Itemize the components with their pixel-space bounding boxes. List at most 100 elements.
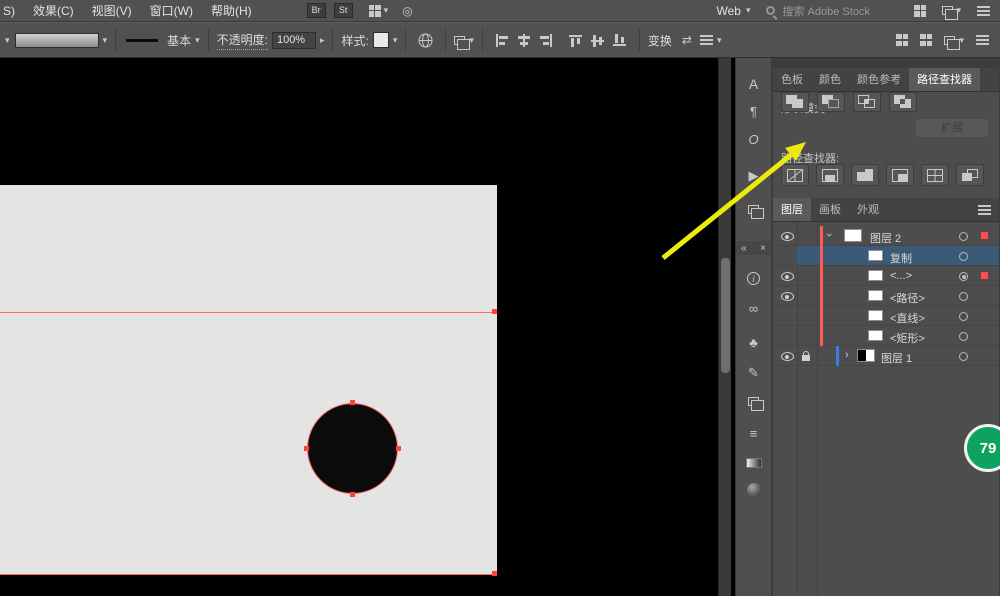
selected-circle-path[interactable] — [307, 403, 398, 494]
target-circle[interactable] — [959, 332, 968, 341]
selection-proxy[interactable] — [981, 272, 988, 279]
tab-appearance[interactable]: 外观 — [849, 198, 887, 221]
apps-grid-icon[interactable] — [914, 5, 926, 17]
tab-artboards[interactable]: 画板 — [811, 198, 849, 221]
target-circle-active[interactable] — [959, 272, 968, 281]
layer-row-layer1[interactable]: › 图层 1 — [773, 346, 999, 366]
visibility-eye-icon[interactable] — [781, 272, 794, 281]
minus-front-button[interactable] — [817, 92, 845, 112]
intersect-button[interactable] — [853, 92, 881, 112]
panel-grid-icon[interactable] — [920, 34, 932, 46]
tab-color[interactable]: 颜色 — [811, 68, 849, 91]
layer-row-path[interactable]: <路径> — [773, 286, 999, 306]
layer-thumbnail[interactable] — [868, 310, 883, 321]
outline-button[interactable] — [921, 164, 949, 186]
opentype-panel-icon[interactable]: O — [736, 132, 771, 148]
chevron-right-icon[interactable]: ▸ — [320, 35, 325, 46]
layout-switcher[interactable]: ▾ — [369, 5, 389, 17]
trim-button[interactable] — [816, 164, 844, 186]
anchor-point[interactable] — [350, 400, 355, 405]
arrange-docs-button[interactable]: ▾ — [944, 35, 964, 46]
controlbar-menu-icon[interactable] — [976, 35, 989, 45]
bridge-button[interactable]: Br — [307, 3, 326, 18]
workspace-switcher[interactable]: Web ▾ — [716, 4, 750, 18]
layer-row-rect[interactable]: <矩形> — [773, 326, 999, 346]
paragraph-panel-icon[interactable]: ¶ — [736, 104, 771, 120]
layer-name[interactable]: <路径> — [890, 290, 925, 306]
layer-thumbnail[interactable] — [857, 349, 875, 362]
visibility-eye-icon[interactable] — [781, 292, 794, 301]
anchor-point[interactable] — [492, 309, 497, 314]
graphic-styles-panel-icon[interactable] — [736, 394, 771, 410]
layer-row-line[interactable]: <直线> — [773, 306, 999, 326]
menu-icon[interactable] — [977, 6, 990, 16]
artboard[interactable] — [0, 185, 497, 575]
brush-selector[interactable]: 基本 ▾ — [124, 32, 200, 49]
target-circle[interactable] — [959, 232, 968, 241]
shuffle-icon[interactable]: ⇄ — [682, 33, 692, 47]
align-middle-icon[interactable] — [591, 34, 605, 47]
visibility-eye-icon[interactable] — [781, 232, 794, 241]
layer-name[interactable]: <...> — [890, 270, 912, 282]
visibility-eye-icon[interactable] — [781, 352, 794, 361]
anchor-point[interactable] — [492, 571, 497, 576]
minus-back-button[interactable] — [956, 164, 984, 186]
selected-rect-bottom-edge[interactable] — [0, 574, 497, 575]
stock-search[interactable]: 搜索 Adobe Stock — [766, 3, 914, 19]
brushes-panel-icon[interactable]: ✎ — [736, 365, 771, 381]
menu-effect[interactable]: 效果(C) — [24, 2, 83, 19]
anchor-point[interactable] — [304, 446, 309, 451]
target-circle[interactable] — [959, 252, 968, 261]
symbols-panel-icon[interactable]: ♣ — [736, 335, 771, 351]
layer-row-copy[interactable]: 复制 — [773, 246, 999, 266]
touch-workspace-icon[interactable]: ◎ — [402, 4, 412, 18]
layer-name[interactable]: <矩形> — [890, 330, 925, 346]
layer-name[interactable]: 图层 1 — [881, 350, 912, 366]
gradient-panel-icon[interactable] — [736, 456, 771, 472]
selected-line-path[interactable] — [0, 312, 497, 313]
tab-pathfinder[interactable]: 路径查找器 — [909, 68, 980, 91]
menu-help[interactable]: 帮助(H) — [202, 2, 261, 19]
layer-thumbnail[interactable] — [868, 270, 883, 281]
opacity-input[interactable]: 100% — [272, 32, 316, 49]
stroke-panel-icon[interactable]: ≡ — [736, 426, 771, 442]
merge-button[interactable] — [851, 164, 879, 186]
menu-view[interactable]: 视图(V) — [83, 2, 141, 19]
workspace-grid-icon[interactable] — [896, 34, 908, 46]
isolate-button[interactable]: ▾ — [700, 35, 722, 46]
divide-button[interactable] — [781, 164, 809, 186]
tab-layers[interactable]: 图层 — [773, 198, 811, 221]
align-right-icon[interactable] — [539, 34, 553, 47]
appearance-panel-icon[interactable] — [736, 483, 771, 501]
selection-proxy[interactable] — [981, 232, 988, 239]
layer-row-layer2[interactable]: › 图层 2 — [773, 226, 999, 246]
artboards-panel-icon[interactable] — [736, 202, 771, 218]
tab-swatches[interactable]: 色板 — [773, 68, 811, 91]
layer-thumbnail[interactable] — [868, 330, 883, 341]
menu-select[interactable]: S) — [0, 4, 24, 18]
anchor-point[interactable] — [350, 492, 355, 497]
style-swatch[interactable] — [373, 32, 389, 48]
layer-row-group[interactable]: <...> — [773, 266, 999, 286]
layer-thumbnail[interactable] — [868, 250, 883, 261]
canvas[interactable] — [0, 58, 735, 596]
exclude-button[interactable] — [889, 92, 917, 112]
layer-name[interactable]: 图层 2 — [870, 230, 901, 246]
arrange-documents-button[interactable]: ▾ — [942, 5, 961, 16]
layer-name[interactable]: 复制 — [890, 250, 912, 266]
transform-label[interactable]: 变换 — [648, 32, 672, 49]
character-panel-icon[interactable]: A — [736, 76, 771, 92]
layer-name[interactable]: <直线> — [890, 310, 925, 326]
globe-icon[interactable] — [418, 33, 433, 48]
target-circle[interactable] — [959, 292, 968, 301]
links-panel-icon[interactable]: ∞ — [736, 301, 771, 317]
info-panel-icon[interactable]: i — [736, 270, 771, 286]
chevron-right-icon[interactable]: › — [845, 349, 849, 361]
crop-button[interactable] — [886, 164, 914, 186]
fill-dropdown-icon[interactable]: ▾ — [5, 35, 10, 46]
align-top-icon[interactable] — [569, 34, 583, 47]
scrollbar-thumb[interactable] — [721, 258, 730, 373]
panel-menu-icon[interactable] — [978, 205, 991, 215]
menu-window[interactable]: 窗口(W) — [141, 2, 202, 19]
lock-icon[interactable] — [802, 355, 810, 361]
